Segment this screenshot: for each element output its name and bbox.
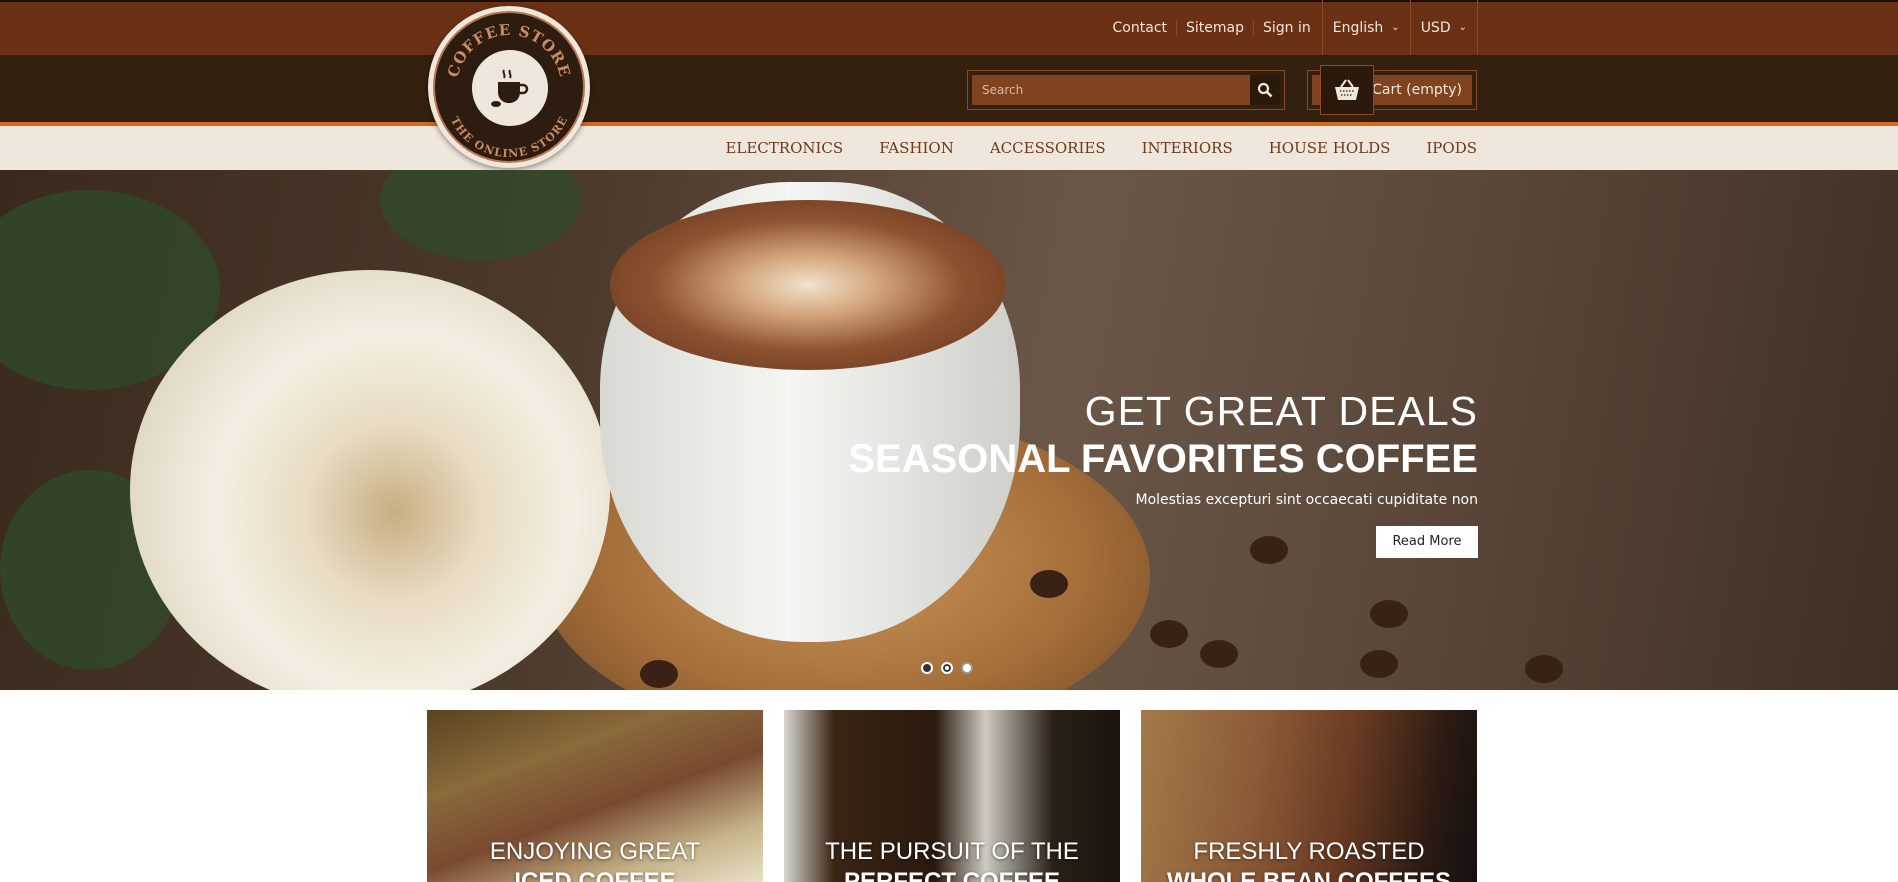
- card-title-line1: FRESHLY ROASTED: [1193, 838, 1425, 865]
- currency-dropdown[interactable]: USD ⌄: [1409, 0, 1478, 55]
- language-value: English: [1332, 19, 1384, 36]
- slider-dots: [921, 662, 973, 674]
- coffee-bean: [1150, 620, 1188, 648]
- hero-line1: GET GREAT DEALS: [1084, 388, 1478, 434]
- header-bar: [0, 55, 1898, 122]
- nav-interiors[interactable]: INTERIORS: [1142, 139, 1233, 157]
- logo-ring: COFFEE STORE THE ONLINE STORE: [433, 11, 585, 163]
- search-icon: [1257, 82, 1273, 98]
- hero-caption: GET GREAT DEALS SEASONAL FAVORITES COFFE…: [848, 388, 1478, 558]
- promo-card-perfect-coffee[interactable]: THE PURSUIT OF THE PERFECT COFFEE: [784, 710, 1120, 882]
- hero-line2: SEASONAL FAVORITES COFFEE: [848, 437, 1478, 481]
- hero-subtitle: Molestias excepturi sint occaecati cupid…: [1135, 492, 1478, 508]
- contact-link[interactable]: Contact: [1104, 20, 1176, 36]
- search-button[interactable]: [1250, 75, 1280, 105]
- rose-image: [130, 270, 610, 690]
- basket-icon: [1320, 65, 1374, 115]
- hero-slider: GET GREAT DEALS SEASONAL FAVORITES COFFE…: [0, 170, 1898, 690]
- coffee-bean: [1200, 640, 1238, 668]
- slide-dot-3[interactable]: [961, 662, 973, 674]
- cart-button[interactable]: Cart (empty): [1307, 65, 1477, 115]
- search-box: Search: [967, 70, 1285, 110]
- sign-in-link[interactable]: Sign in: [1252, 19, 1320, 36]
- coffee-bean: [1360, 650, 1398, 678]
- card-title-line1: ENJOYING GREAT: [489, 838, 701, 865]
- logo[interactable]: COFFEE STORE THE ONLINE STORE: [428, 6, 590, 168]
- read-more-button[interactable]: Read More: [1376, 526, 1478, 558]
- chevron-down-icon: ⌄: [1391, 22, 1400, 33]
- search-input[interactable]: Search: [972, 83, 1023, 97]
- nav-house-holds[interactable]: HOUSE HOLDS: [1269, 139, 1391, 157]
- slide-dot-2[interactable]: [941, 662, 953, 674]
- chevron-down-icon: ⌄: [1458, 22, 1467, 33]
- nav-electronics[interactable]: ELECTRONICS: [725, 139, 843, 157]
- top-links: Contact Sitemap Sign in English ⌄ USD ⌄: [1104, 0, 1478, 55]
- card-title-line2: PERFECT COFFEE: [843, 868, 1060, 882]
- card-title-line2: ICED COFFEE: [514, 868, 676, 882]
- coffee-bean: [1525, 655, 1563, 683]
- nav-fashion[interactable]: FASHION: [879, 139, 954, 157]
- currency-value: USD: [1420, 19, 1451, 36]
- slide-dot-1[interactable]: [921, 662, 933, 674]
- sitemap-link[interactable]: Sitemap: [1176, 19, 1253, 36]
- card-title-line2: WHOLE BEAN COFFEES: [1166, 868, 1451, 882]
- latte-image: [610, 200, 1006, 370]
- nav-accessories[interactable]: ACCESSORIES: [990, 139, 1106, 157]
- cart-label: Cart (empty): [1372, 82, 1462, 98]
- card-title-line1: THE PURSUIT OF THE: [825, 838, 1079, 865]
- promo-card-whole-bean[interactable]: FRESHLY ROASTED WHOLE BEAN COFFEES: [1141, 710, 1477, 882]
- main-nav: ELECTRONICS FASHION ACCESSORIES INTERIOR…: [725, 126, 1477, 170]
- promo-card-iced-coffee[interactable]: ENJOYING GREAT ICED COFFEE: [427, 710, 763, 882]
- leaf-image: [380, 170, 580, 260]
- coffee-bean: [1370, 600, 1408, 628]
- coffee-cup-icon: [472, 50, 548, 126]
- language-dropdown[interactable]: English ⌄: [1321, 0, 1410, 55]
- nav-ipods[interactable]: IPODS: [1426, 139, 1477, 157]
- coffee-bean: [1030, 570, 1068, 598]
- top-bar: [0, 0, 1898, 55]
- coffee-bean: [640, 660, 678, 688]
